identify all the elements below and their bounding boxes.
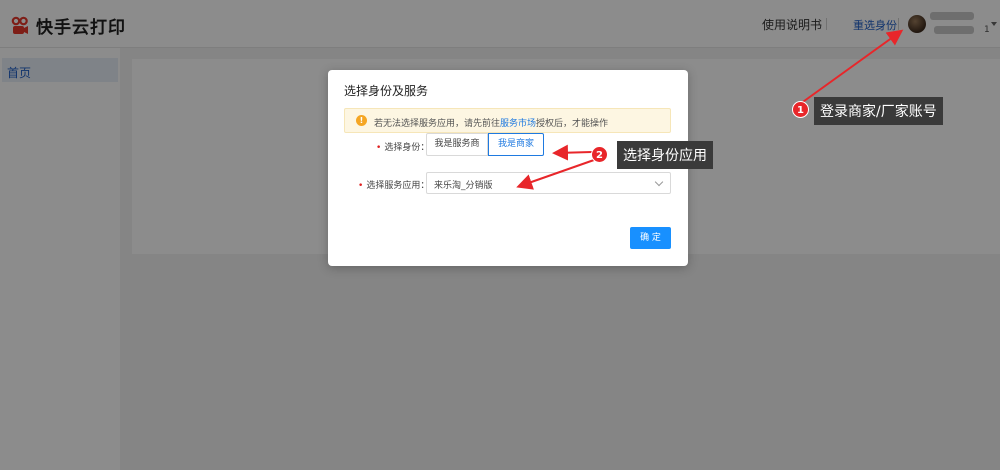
identity-option-provider[interactable]: 我是服务商 [426, 133, 488, 156]
service-select[interactable]: 来乐淘_分销版 [426, 172, 671, 194]
alert-message: 若无法选择服务应用，请先前往服务市场授权后，才能操作 [374, 116, 608, 129]
annotation-badge-2: 2 [591, 146, 608, 163]
annotation-badge-1: 1 [792, 101, 809, 118]
service-market-link[interactable]: 服务市场 [500, 119, 536, 129]
chevron-down-icon [654, 177, 664, 187]
alert-text-after: 授权后，才能操作 [536, 119, 609, 129]
confirm-button[interactable]: 确 定 [630, 227, 671, 249]
annotation-label-1: 登录商家/厂家账号 [814, 97, 943, 125]
identity-label-text: 选择身份： [384, 143, 430, 153]
required-marker: • [358, 181, 364, 191]
annotation-label-2: 选择身份应用 [617, 141, 713, 169]
warning-icon: ! [356, 115, 367, 126]
dialog-title: 选择身份及服务 [344, 84, 429, 98]
identity-option-merchant[interactable]: 我是商家 [488, 133, 544, 156]
required-marker: • [376, 143, 382, 153]
service-select-value: 来乐淘_分销版 [434, 181, 493, 191]
service-label-text: 选择服务应用： [366, 181, 430, 191]
alert-text-before: 若无法选择服务应用，请先前往 [374, 119, 501, 129]
identity-label: • 选择身份： [376, 140, 429, 153]
service-label: • 选择服务应用： [358, 178, 429, 191]
warning-alert: ! 若无法选择服务应用，请先前往服务市场授权后，才能操作 [344, 108, 671, 133]
